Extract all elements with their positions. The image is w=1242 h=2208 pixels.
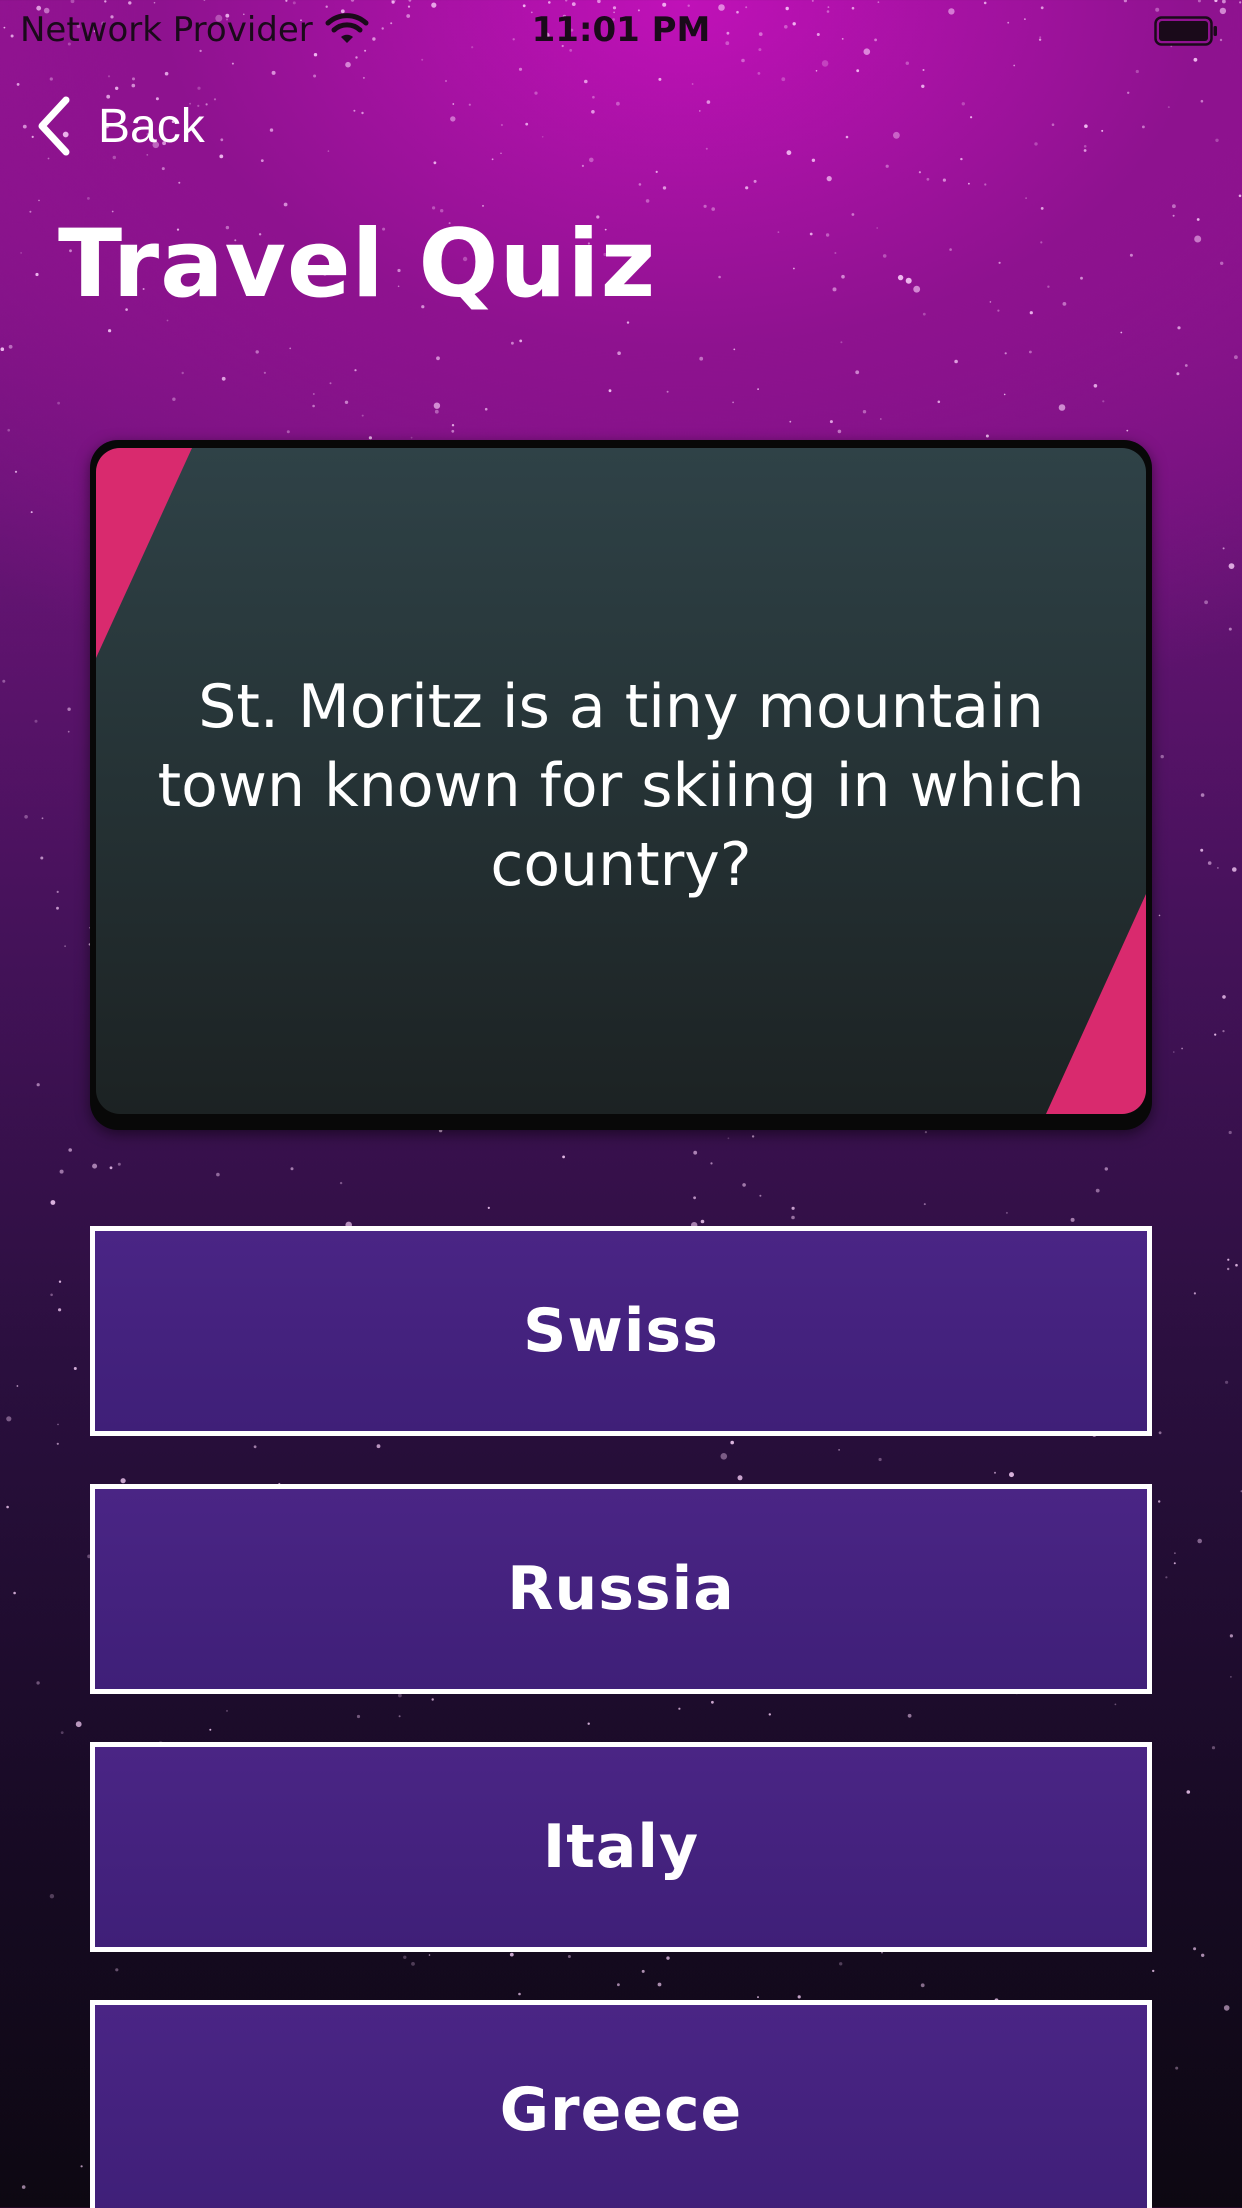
page-title: Travel Quiz — [58, 210, 657, 319]
back-label: Back — [98, 99, 205, 153]
answer-label: Greece — [499, 2075, 743, 2145]
question-card-face: St. Moritz is a tiny mountain town known… — [96, 448, 1146, 1114]
question-text: St. Moritz is a tiny mountain town known… — [157, 672, 1085, 900]
answer-label: Swiss — [523, 1296, 719, 1366]
answer-label: Italy — [542, 1812, 700, 1882]
chevron-left-icon — [38, 96, 70, 156]
corner-accent-bottom-right — [1046, 894, 1146, 1114]
status-bar: Network Provider 11:01 PM — [0, 0, 1242, 60]
answer-button-2[interactable]: Russia — [90, 1484, 1152, 1694]
answer-button-3[interactable]: Italy — [90, 1742, 1152, 1952]
answer-label: Russia — [507, 1554, 735, 1624]
answer-button-1[interactable]: Swiss — [90, 1226, 1152, 1436]
battery-icon — [1154, 16, 1217, 46]
question-card: St. Moritz is a tiny mountain town known… — [90, 440, 1152, 1130]
back-button[interactable]: Back — [36, 96, 205, 156]
corner-accent-top-left — [96, 448, 192, 658]
status-time: 11:01 PM — [531, 10, 711, 50]
answer-button-4[interactable]: Greece — [90, 2000, 1152, 2208]
